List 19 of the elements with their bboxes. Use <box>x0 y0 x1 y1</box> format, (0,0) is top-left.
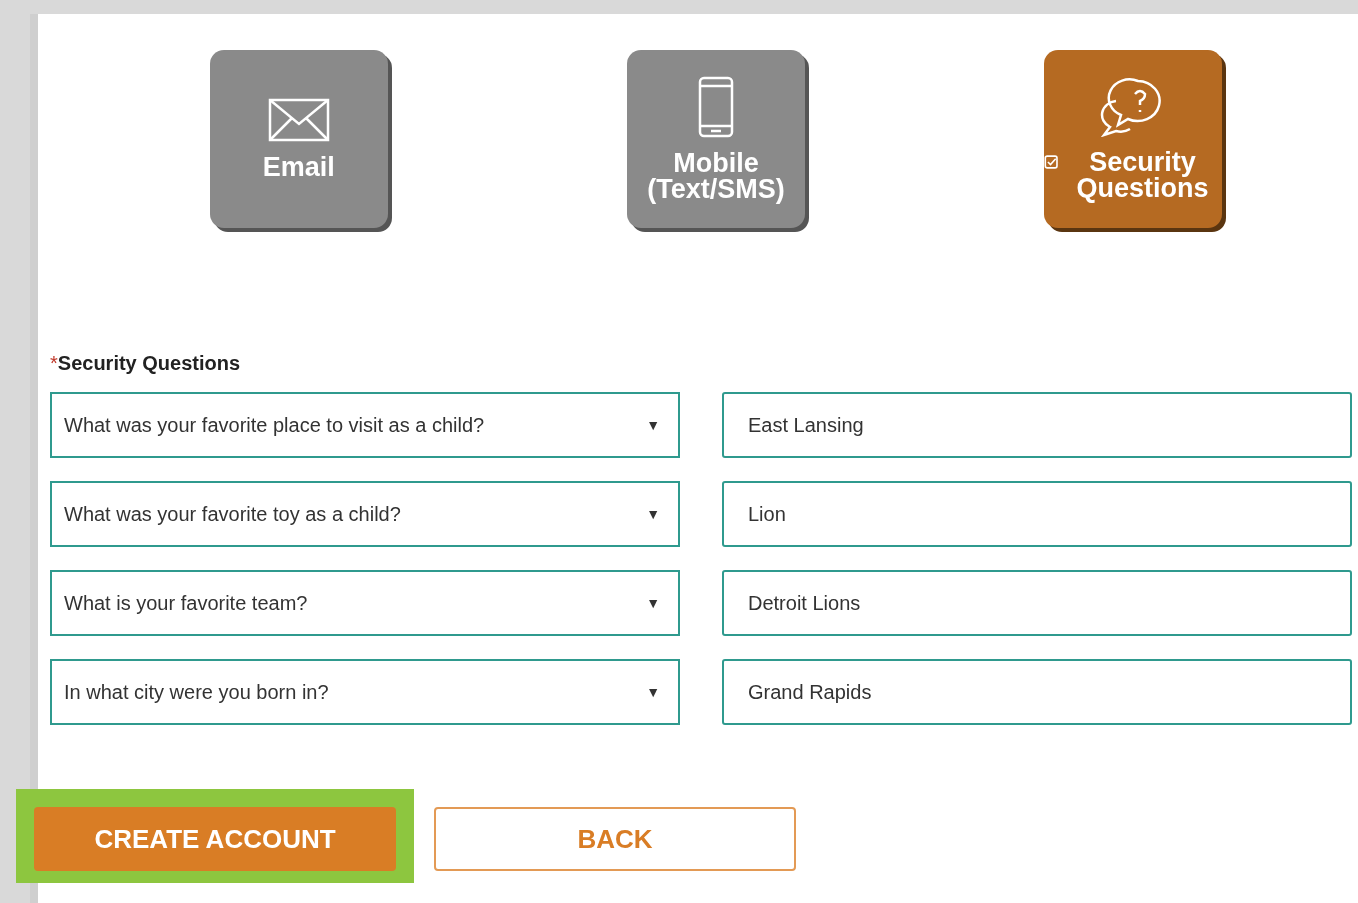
tile-label: Security Questions <box>1075 149 1210 201</box>
caret-icon: ▼ <box>646 681 666 703</box>
tile-label: Mobile (Text/SMS) <box>646 150 786 202</box>
answer-field[interactable]: Lion <box>722 481 1352 547</box>
required-mark: * <box>50 351 58 376</box>
question-dropdown[interactable]: What was your favorite place to visit as a child? ▼ <box>50 392 680 458</box>
question-dropdown[interactable]: What was your favorite toy as a child? ▼ <box>50 481 680 547</box>
tile-label: Email <box>262 154 335 180</box>
answer-field[interactable]: Detroit Lions <box>722 570 1352 636</box>
caret-icon: ▼ <box>646 592 666 614</box>
question-dropdown[interactable]: What is your favorite team? ▼ <box>50 570 680 636</box>
phone-icon <box>698 76 734 138</box>
answer-field[interactable]: Grand Rapids <box>722 659 1352 725</box>
envelope-icon <box>267 98 330 142</box>
question-dropdown[interactable]: In what city were you born in? ▼ <box>50 659 680 725</box>
caret-icon: ▼ <box>646 503 666 525</box>
answer-field[interactable]: East Lansing <box>722 392 1352 458</box>
caret-icon: ▼ <box>646 414 666 436</box>
section-label: Security Questions <box>57 351 241 376</box>
